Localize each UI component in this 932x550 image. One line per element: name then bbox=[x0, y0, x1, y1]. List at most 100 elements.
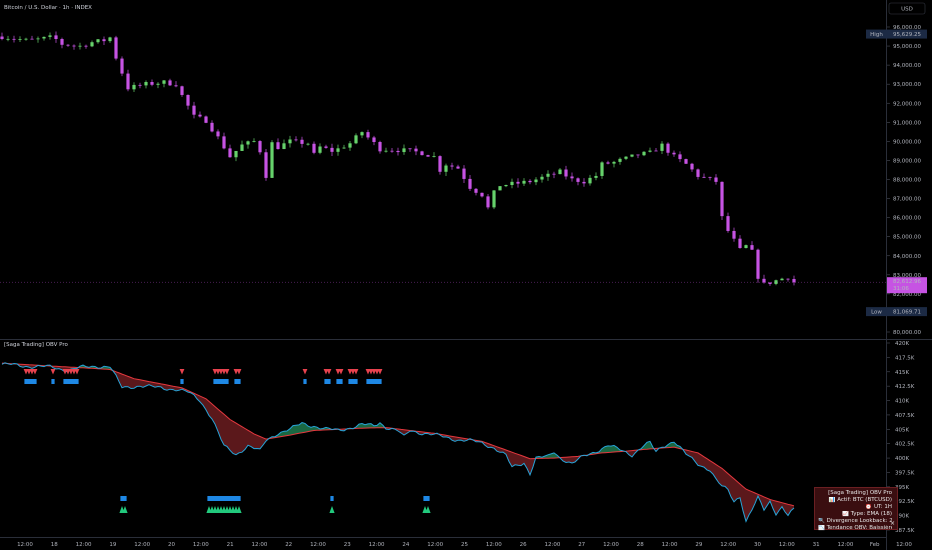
indicator-title[interactable]: [Saga Trading] OBV Pro bbox=[4, 342, 68, 348]
candle-body bbox=[684, 159, 688, 164]
obv-tick-label: 400K bbox=[895, 456, 909, 462]
time-tick-label: Feb bbox=[870, 542, 880, 548]
bear-signal-marker bbox=[213, 379, 217, 384]
candle-body bbox=[288, 139, 292, 144]
bull-signal-marker bbox=[120, 496, 124, 501]
bear-signal-marker bbox=[33, 379, 37, 384]
low-value: 81,069.71 bbox=[893, 310, 921, 316]
candle-body bbox=[240, 144, 244, 151]
candle-body bbox=[678, 154, 682, 160]
price-tick-label: 94,000.00 bbox=[893, 63, 921, 69]
last-price-value: 82,612.96 bbox=[893, 279, 921, 285]
bear-signal-marker bbox=[351, 379, 355, 384]
candle-body bbox=[696, 169, 700, 177]
candle-body bbox=[0, 36, 4, 40]
obv-tick-label: 415K bbox=[895, 370, 909, 376]
candle-body bbox=[492, 190, 496, 208]
time-tick-label: 20 bbox=[168, 542, 175, 548]
time-tick-label: 12:00 bbox=[193, 542, 209, 548]
symbol-title[interactable]: Bitcoin / U.S. Dollar · 1h · INDEX bbox=[4, 5, 92, 11]
bear-signal-marker bbox=[222, 379, 226, 384]
bear-signal-marker bbox=[354, 379, 358, 384]
candle-body bbox=[294, 139, 298, 141]
candle-body bbox=[96, 39, 100, 43]
bull-signal-marker bbox=[228, 496, 232, 501]
candle-body bbox=[498, 186, 502, 191]
candle-body bbox=[42, 36, 46, 39]
candle-body bbox=[132, 84, 136, 90]
price-tick-label: 92,000.00 bbox=[893, 101, 921, 107]
candle-body bbox=[162, 80, 166, 84]
candle-body bbox=[414, 148, 418, 152]
bear-signal-marker bbox=[378, 379, 382, 384]
candle-body bbox=[24, 38, 28, 40]
close-icon[interactable]: × bbox=[890, 520, 895, 527]
candle-body bbox=[36, 38, 40, 40]
candle-body bbox=[192, 105, 196, 115]
currency-button[interactable]: USD bbox=[888, 2, 926, 15]
time-tick-label: 26 bbox=[520, 542, 527, 548]
candle-body bbox=[402, 148, 406, 153]
currency-label: USD bbox=[901, 7, 913, 13]
candle-body bbox=[120, 58, 124, 74]
candle-body bbox=[552, 173, 556, 175]
candle-body bbox=[90, 42, 94, 47]
obv-ema-fill bbox=[302, 422, 305, 433]
candle-body bbox=[360, 132, 364, 136]
low-tag: Low bbox=[871, 310, 882, 316]
chart-canvas[interactable]: 80,000.0081,000.0082,000.0083,000.0084,0… bbox=[0, 0, 932, 550]
candle-body bbox=[150, 82, 154, 85]
candle-body bbox=[396, 150, 400, 153]
candle-body bbox=[300, 139, 304, 144]
info-line-type: 📈 Type: EMA (18) bbox=[842, 511, 892, 517]
price-tick-label: 89,000.00 bbox=[893, 158, 921, 164]
info-line-title: [Saga Trading] OBV Pro bbox=[828, 490, 892, 496]
time-tick-label: 23 bbox=[344, 542, 351, 548]
candle-body bbox=[144, 82, 148, 86]
candle-body bbox=[636, 154, 640, 156]
bull-signal-marker bbox=[423, 496, 427, 501]
obv-ema-fill bbox=[125, 375, 128, 387]
candle-body bbox=[54, 35, 58, 40]
time-tick-label: 27 bbox=[578, 542, 585, 548]
candle-body bbox=[444, 165, 448, 172]
bear-signal-marker bbox=[225, 379, 229, 384]
time-tick-label: 12:00 bbox=[544, 542, 560, 548]
bear-signal-marker bbox=[348, 379, 352, 384]
bear-signal-marker bbox=[369, 379, 373, 384]
candle-body bbox=[588, 177, 592, 184]
time-tick-label: 22 bbox=[285, 542, 292, 548]
chart-background bbox=[0, 0, 932, 550]
candle-body bbox=[450, 165, 454, 167]
candle-body bbox=[792, 278, 796, 283]
time-tick-label: 12:00 bbox=[427, 542, 443, 548]
price-tick-label: 85,000.00 bbox=[893, 235, 921, 241]
last-price-countdown: 31:06 bbox=[893, 286, 909, 292]
candle-body bbox=[708, 176, 712, 178]
time-tick-label: 12:00 bbox=[369, 542, 385, 548]
candle-body bbox=[108, 37, 112, 42]
obv-ema-fill bbox=[515, 453, 518, 466]
candle-body bbox=[480, 192, 484, 197]
bull-signal-marker bbox=[234, 496, 238, 501]
price-tick-label: 86,000.00 bbox=[893, 216, 921, 222]
candle-body bbox=[732, 230, 736, 239]
bull-signal-marker bbox=[225, 496, 229, 501]
candle-body bbox=[252, 141, 256, 142]
candle-body bbox=[660, 143, 664, 151]
time-tick-label: 25 bbox=[461, 542, 468, 548]
obv-ema-fill bbox=[293, 425, 296, 435]
candle-body bbox=[114, 37, 118, 59]
candle-body bbox=[408, 148, 412, 150]
candle-body bbox=[600, 162, 604, 176]
candle-body bbox=[642, 151, 646, 156]
time-tick-label: 12:00 bbox=[896, 542, 912, 548]
candle-body bbox=[606, 162, 610, 164]
candle-body bbox=[366, 132, 370, 138]
obv-ema-fill bbox=[227, 416, 230, 451]
candle-body bbox=[6, 38, 10, 40]
time-tick-label: 12:00 bbox=[486, 542, 502, 548]
time-tick-label: 12:00 bbox=[310, 542, 326, 548]
price-tick-label: 91,000.00 bbox=[893, 120, 921, 126]
candle-body bbox=[384, 150, 388, 152]
